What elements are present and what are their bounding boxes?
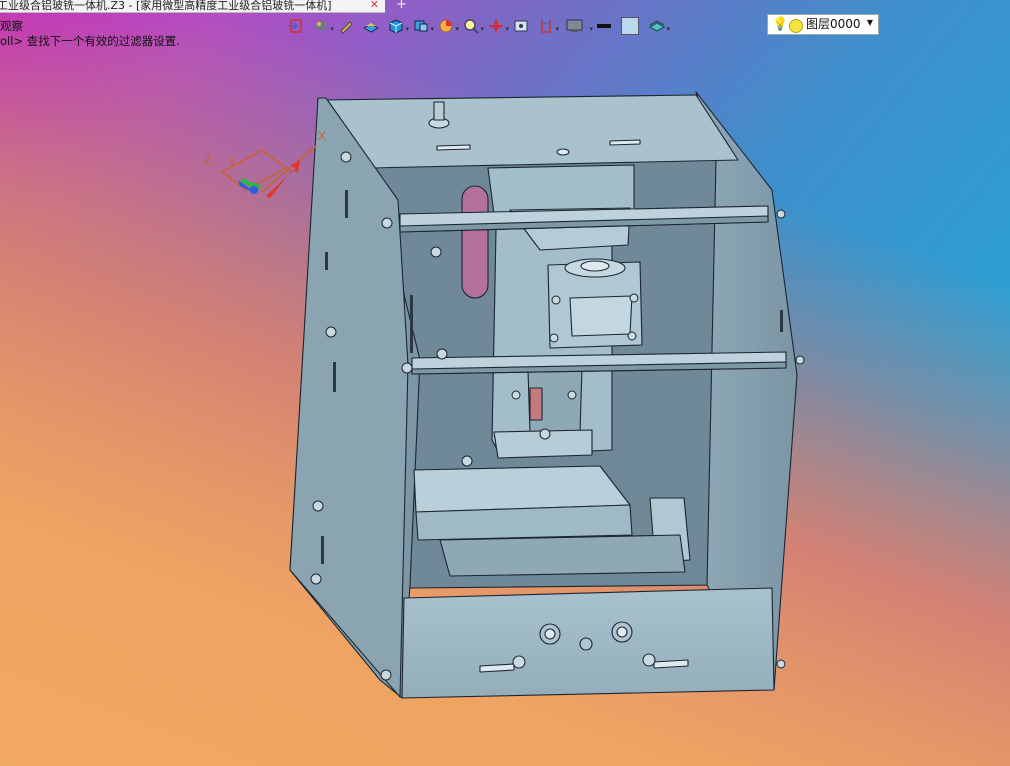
top-slot-right — [609, 139, 641, 146]
right-bolt-2 — [795, 355, 805, 365]
right-bolt-3 — [776, 659, 786, 669]
left-bolt-7 — [380, 669, 392, 681]
side-slot-6 — [780, 310, 783, 332]
lead-screw-red-marker — [529, 387, 543, 421]
spindle-bolt-1 — [551, 295, 561, 305]
front-knob-right-inner — [616, 626, 628, 638]
front-slot-right — [653, 659, 689, 669]
inner-bolt-2 — [436, 348, 448, 360]
inner-bolt-3 — [461, 455, 473, 467]
spindle-bolt-4 — [627, 331, 637, 341]
left-bolt-3 — [325, 326, 337, 338]
left-bolt-1 — [340, 151, 352, 163]
side-slot-5 — [410, 295, 413, 353]
table-base — [439, 534, 686, 577]
spindle-bolt-2 — [629, 293, 639, 303]
front-knob-left-inner — [544, 628, 556, 640]
left-bolt-2 — [381, 217, 393, 229]
screw-bolt-3 — [539, 428, 551, 440]
work-table-top — [413, 465, 631, 513]
inner-bolt-1 — [430, 246, 442, 258]
left-bolt-6 — [310, 573, 322, 585]
screw-bolt-2 — [567, 390, 577, 400]
front-knob-center — [579, 637, 593, 651]
spindle-clamp — [569, 295, 633, 337]
front-slot-left — [479, 663, 515, 673]
front-bolt-right — [642, 653, 656, 667]
side-slot-2 — [325, 252, 328, 270]
side-slot-1 — [345, 190, 348, 218]
coordinate-triad[interactable]: X Y Z — [204, 129, 326, 198]
side-slot-4 — [321, 536, 324, 564]
screw-bolt-1 — [511, 390, 521, 400]
top-bolt — [433, 101, 445, 121]
triad-z-label: Z — [204, 153, 211, 167]
spindle-cap — [580, 260, 610, 272]
triad-x-axis — [261, 145, 317, 193]
right-bolt-1 — [776, 209, 786, 219]
triad-y-label: Y — [228, 155, 236, 169]
spindle-bolt-3 — [549, 333, 559, 343]
side-slot-3 — [333, 362, 336, 392]
triad-x-label: X — [318, 129, 326, 143]
top-slot-left — [436, 144, 471, 151]
top-hole — [556, 148, 570, 156]
left-slot — [461, 185, 489, 299]
cad-viewport[interactable]: X Y Z — [0, 0, 1010, 766]
front-bolt-left — [512, 655, 526, 669]
left-bolt-5 — [312, 500, 324, 512]
left-bolt-4 — [401, 362, 413, 374]
triad-origin — [250, 186, 258, 194]
top-panel — [323, 94, 739, 169]
